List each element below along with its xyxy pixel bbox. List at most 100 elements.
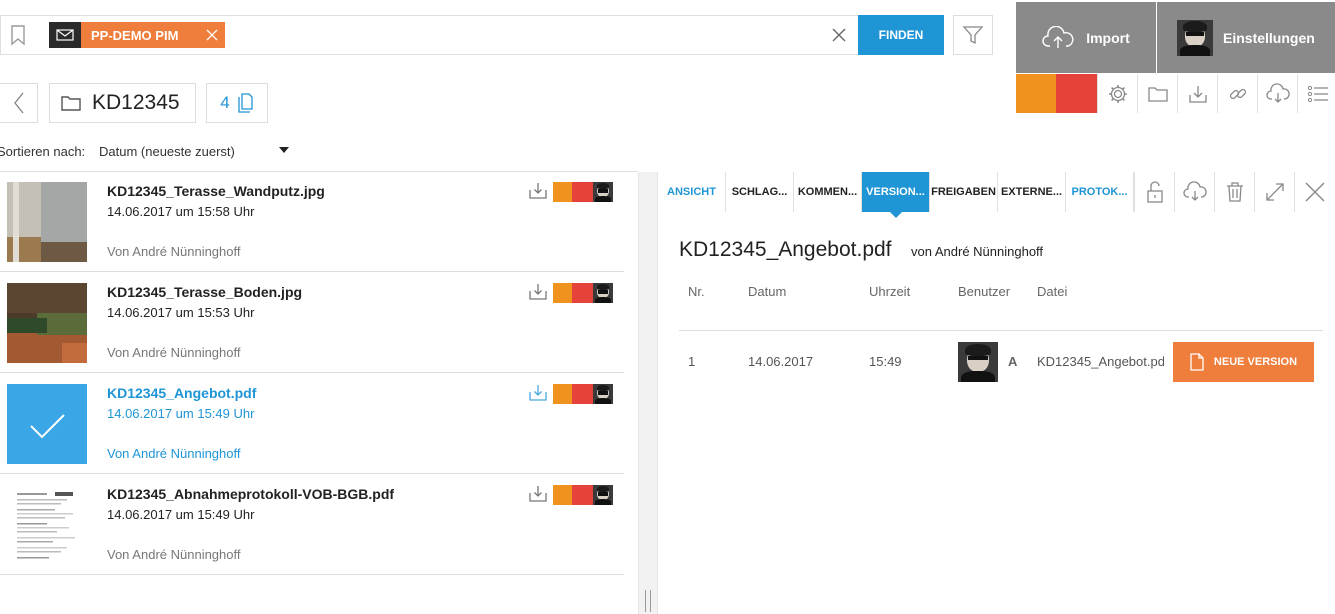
trash-icon <box>1226 182 1243 202</box>
list-item-selected[interactable]: KD12345_Angebot.pdf 14.06.2017 um 15:49 … <box>0 373 624 474</box>
cloud-download-button[interactable] <box>1174 172 1214 212</box>
download-tray-icon[interactable] <box>527 281 549 303</box>
gear-icon <box>1108 84 1127 103</box>
version-nr: 1 <box>688 354 696 369</box>
folder-title: KD12345 <box>92 91 180 114</box>
sort-select[interactable]: Datum (neueste zuerst) <box>99 144 235 159</box>
list-view-button[interactable] <box>1297 74 1335 113</box>
document-thumbnail <box>7 485 87 565</box>
settings-button[interactable]: Einstellungen <box>1157 2 1335 73</box>
user-avatar <box>1177 19 1213 56</box>
color-tag-orange <box>553 485 572 505</box>
detail-tabs: ANSICHT SCHLAG... KOMMEN... VERSION... F… <box>658 172 1134 218</box>
filter-icon <box>962 26 984 45</box>
version-time: 15:49 <box>869 354 902 369</box>
file-date: 14.06.2017 um 15:49 Uhr <box>107 507 255 522</box>
user-avatar <box>593 384 613 404</box>
list-item[interactable]: KD12345_Terasse_Boden.jpg 14.06.2017 um … <box>0 272 624 373</box>
detail-title: KD12345_Angebot.pdf <box>679 238 892 261</box>
sort-label: Sortieren nach: <box>0 143 86 159</box>
tab-ansicht[interactable]: ANSICHT <box>658 172 726 212</box>
search-tag[interactable]: PP-DEMO PIM <box>49 22 225 48</box>
cloud-upload-icon <box>1042 25 1074 48</box>
document-icon <box>1190 353 1204 371</box>
file-name: KD12345_Terasse_Wandputz.jpg <box>107 183 325 199</box>
tab-schlagworte[interactable]: SCHLAG... <box>726 172 794 212</box>
link-icon <box>1229 88 1246 99</box>
color-tag-red[interactable] <box>1056 74 1097 113</box>
color-tag-orange <box>553 384 572 404</box>
import-label: Import <box>1086 29 1130 46</box>
bookmark-icon[interactable] <box>8 24 28 46</box>
color-tag-red <box>572 182 593 202</box>
download-tray-icon[interactable] <box>527 180 549 202</box>
remove-tag-icon[interactable] <box>199 22 225 48</box>
thumbnail-image <box>7 283 87 363</box>
tab-versionen[interactable]: VERSION... <box>862 172 930 218</box>
list-item[interactable]: KD12345_Terasse_Wandputz.jpg 14.06.2017 … <box>0 171 624 272</box>
user-avatar <box>593 283 613 303</box>
file-date: 14.06.2017 um 15:58 Uhr <box>107 204 255 219</box>
clear-search-icon[interactable] <box>831 27 847 43</box>
link-button[interactable] <box>1217 74 1257 113</box>
filter-button[interactable] <box>953 15 993 55</box>
panel-splitter[interactable] <box>638 172 658 614</box>
unlock-button[interactable] <box>1134 172 1174 212</box>
unlock-icon <box>1146 181 1163 203</box>
mail-icon <box>49 22 81 48</box>
settings-label: Einstellungen <box>1223 29 1315 46</box>
file-author: Von André Nünninghoff <box>107 345 241 360</box>
folder-button[interactable] <box>1137 74 1177 113</box>
tab-freigaben[interactable]: FREIGABEN <box>930 172 998 212</box>
drag-handle-icon[interactable] <box>645 590 651 612</box>
new-version-button[interactable]: NEUE VERSION <box>1173 342 1314 382</box>
current-folder[interactable]: KD12345 <box>49 83 196 123</box>
file-author: Von André Nünninghoff <box>107 244 241 259</box>
color-tag-orange <box>553 182 572 202</box>
find-button[interactable]: FINDEN <box>858 15 944 55</box>
file-author: Von André Nünninghoff <box>107 547 241 562</box>
color-tag-red <box>572 384 593 404</box>
version-user: A <box>1008 354 1018 369</box>
folder-icon <box>61 96 81 111</box>
file-date: 14.06.2017 um 15:49 Uhr <box>107 406 255 421</box>
close-icon <box>1305 182 1325 202</box>
folder-icon <box>1147 86 1168 102</box>
close-button[interactable] <box>1294 172 1335 212</box>
cloud-download-icon <box>1265 82 1290 103</box>
delete-button[interactable] <box>1214 172 1254 212</box>
file-count-button[interactable]: 4 <box>206 83 268 123</box>
gear-button[interactable] <box>1097 74 1137 113</box>
tab-externe[interactable]: EXTERNE... <box>998 172 1066 212</box>
column-header-nr: Nr. <box>688 284 705 299</box>
file-author: Von André Nünninghoff <box>107 446 241 461</box>
download-tray-icon[interactable] <box>527 382 549 404</box>
version-file[interactable]: KD12345_Angebot.pdf <box>1037 354 1164 369</box>
cloud-button[interactable] <box>1257 74 1297 113</box>
user-avatar <box>593 485 613 505</box>
import-button[interactable]: Import <box>1016 2 1156 73</box>
download-tray-icon <box>1188 85 1207 103</box>
color-tag-red <box>572 283 593 303</box>
download-button[interactable] <box>1177 74 1217 113</box>
expand-button[interactable] <box>1254 172 1294 212</box>
tab-kommentare[interactable]: KOMMEN... <box>794 172 862 212</box>
new-version-label: NEUE VERSION <box>1213 356 1298 368</box>
sort-control: Sortieren nach: Datum (neueste zuerst) <box>0 142 300 160</box>
tab-protokoll[interactable]: PROTOK... <box>1066 172 1134 212</box>
column-header-datei: Datei <box>1037 284 1068 299</box>
caret-down-icon[interactable] <box>279 147 289 153</box>
color-tag-red <box>572 485 593 505</box>
file-name: KD12345_Terasse_Boden.jpg <box>107 284 303 300</box>
download-tray-icon[interactable] <box>527 483 549 505</box>
thumbnail-image <box>7 182 87 262</box>
back-button[interactable] <box>0 83 38 123</box>
user-avatar <box>593 182 613 202</box>
color-tag-orange <box>553 283 572 303</box>
cloud-download-icon <box>1182 181 1207 201</box>
list-item[interactable]: KD12345_Abnahmeprotokoll-VOB-BGB.pdf 14.… <box>0 474 624 575</box>
file-name: KD12345_Abnahmeprotokoll-VOB-BGB.pdf <box>107 486 395 502</box>
expand-icon <box>1265 183 1284 201</box>
file-date: 14.06.2017 um 15:53 Uhr <box>107 305 255 320</box>
color-tag-orange[interactable] <box>1016 74 1056 113</box>
